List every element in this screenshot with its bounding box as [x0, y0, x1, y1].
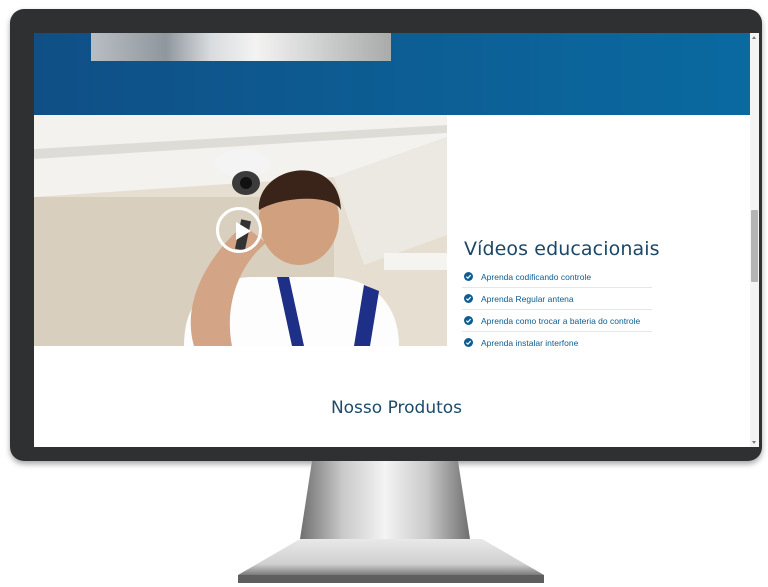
monitor-stand-neck [300, 461, 470, 539]
video-item-label: Aprenda Regular antena [481, 293, 574, 304]
check-circle-icon [464, 294, 473, 303]
video-list-item[interactable]: Aprenda como trocar a bateria do control… [462, 310, 652, 332]
scrollbar-thumb[interactable] [751, 210, 758, 282]
video-list-item[interactable]: Aprenda instalar interfone [462, 332, 652, 353]
check-circle-icon [464, 338, 473, 347]
monitor-frame: Vídeos educacionais Aprenda codificando … [10, 9, 762, 461]
video-item-label: Aprenda instalar interfone [481, 337, 579, 348]
hero-image [91, 33, 391, 61]
video-item-label: Aprenda como trocar a bateria do control… [481, 315, 641, 326]
scroll-down-arrow-icon[interactable] [752, 441, 756, 444]
video-section-title: Vídeos educacionais [464, 238, 660, 260]
monitor-stand-base [238, 539, 544, 583]
video-list-item[interactable]: Aprenda codificando controle [462, 266, 652, 288]
video-thumbnail[interactable] [34, 115, 447, 346]
video-item-label: Aprenda codificando controle [481, 271, 592, 282]
video-list-item[interactable]: Aprenda Regular antena [462, 288, 652, 310]
vertical-scrollbar[interactable] [750, 33, 759, 447]
hero-banner [34, 33, 759, 115]
check-circle-icon [464, 272, 473, 281]
products-section-title: Nosso Produtos [330, 398, 463, 418]
browser-viewport: Vídeos educacionais Aprenda codificando … [34, 33, 759, 447]
video-list: Aprenda codificando controle Aprenda Reg… [462, 266, 652, 353]
scroll-up-arrow-icon[interactable] [752, 36, 756, 39]
check-circle-icon [464, 316, 473, 325]
play-icon[interactable] [216, 207, 262, 253]
